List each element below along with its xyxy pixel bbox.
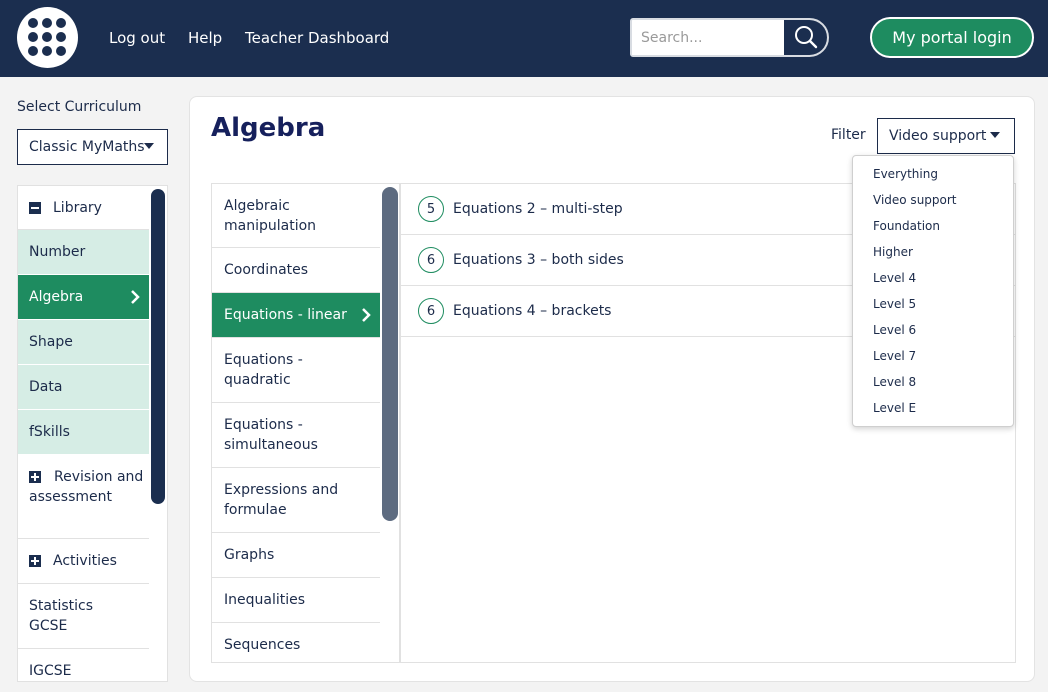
lesson-title: Equations 4 – brackets — [453, 303, 612, 319]
lesson-title: Equations 3 – both sides — [453, 252, 624, 268]
sidebar-item-number[interactable]: Number — [18, 230, 149, 275]
sidebar-item-fskills[interactable]: fSkills — [18, 410, 149, 455]
teacher-dashboard-link[interactable]: Teacher Dashboard — [245, 29, 389, 47]
topics-scrollbar[interactable] — [382, 187, 398, 521]
filter-option-foundation[interactable]: Foundation — [853, 213, 1013, 239]
topic-list: Algebraic manipulation Coordinates Equat… — [211, 183, 401, 663]
level-badge: 6 — [418, 247, 444, 273]
sidebar-item-shape[interactable]: Shape — [18, 320, 149, 365]
sidebar-item-activities[interactable]: Activities — [18, 539, 149, 584]
sidebar-item-library[interactable]: Library — [18, 186, 149, 230]
topic-item[interactable]: Inequalities — [212, 578, 380, 623]
topic-item[interactable]: Graphs — [212, 533, 380, 578]
search-input[interactable] — [632, 20, 784, 55]
level-badge: 5 — [418, 196, 444, 222]
sidebar-item-label: Data — [29, 379, 63, 395]
topic-label: Sequences — [224, 637, 301, 653]
filter-option-everything[interactable]: Everything — [853, 161, 1013, 187]
logout-link[interactable]: Log out — [109, 29, 165, 47]
sidebar-item-label: Activities — [53, 553, 117, 569]
filter-option-level-6[interactable]: Level 6 — [853, 317, 1013, 343]
curriculum-selected-value: Classic MyMaths — [29, 139, 145, 155]
sidebar-item-label: Library — [53, 199, 102, 216]
filter-select[interactable]: Video support — [877, 118, 1015, 154]
chevron-right-icon — [131, 290, 140, 304]
topic-item-active[interactable]: Equations - linear — [212, 293, 380, 338]
sidebar-item-statistics-gcse[interactable]: Statistics GCSE — [18, 584, 149, 649]
topic-item[interactable]: Algebraic manipulation — [212, 184, 380, 248]
sidebar-item-label: Revision and assessment — [29, 469, 144, 505]
filter-option-level-8[interactable]: Level 8 — [853, 369, 1013, 395]
mymaths-logo[interactable] — [17, 7, 78, 68]
topic-label: Coordinates — [224, 262, 309, 278]
topic-label: Algebraic manipulation — [224, 197, 317, 234]
help-link[interactable]: Help — [188, 29, 222, 47]
sidebar-item-algebra[interactable]: Algebra — [18, 275, 149, 320]
filter-option-level-7[interactable]: Level 7 — [853, 343, 1013, 369]
portal-login-button[interactable]: My portal login — [870, 17, 1034, 58]
curriculum-select[interactable]: Classic MyMaths — [17, 129, 168, 165]
topic-label: Equations - simultaneous — [224, 417, 318, 453]
topic-label: Expressions and formulae — [224, 482, 339, 518]
topic-item[interactable]: Coordinates — [212, 248, 380, 293]
filter-label: Filter — [831, 127, 866, 143]
sidebar-item-label: Statistics GCSE — [29, 598, 93, 634]
filter-selected-value: Video support — [889, 128, 987, 144]
caret-down-icon — [990, 132, 1000, 138]
topic-label: Equations - linear — [224, 307, 347, 323]
top-header: Log out Help Teacher Dashboard My portal… — [0, 0, 1048, 77]
sidebar-item-label: Shape — [29, 334, 73, 350]
level-badge: 6 — [418, 298, 444, 324]
filter-option-level-5[interactable]: Level 5 — [853, 291, 1013, 317]
sidebar-item-label: Algebra — [29, 289, 84, 305]
sidebar-item-label: fSkills — [29, 424, 70, 440]
sidebar-item-igcse[interactable]: IGCSE — [18, 649, 149, 681]
filter-option-level-e[interactable]: Level E — [853, 395, 1013, 421]
sidebar-item-revision[interactable]: Revision and assessment — [18, 455, 149, 539]
topic-label: Inequalities — [224, 592, 306, 608]
topic-item[interactable]: Expressions and formulae — [212, 468, 380, 533]
sidebar-item-label: Number — [29, 244, 86, 260]
topic-label: Graphs — [224, 547, 275, 563]
filter-option-higher[interactable]: Higher — [853, 239, 1013, 265]
lesson-title: Equations 2 – multi-step — [453, 201, 623, 217]
sidebar-item-data[interactable]: Data — [18, 365, 149, 410]
topic-item[interactable]: Sequences — [212, 623, 380, 662]
topic-item[interactable]: Equations - quadratic — [212, 338, 380, 403]
minus-icon — [29, 201, 41, 214]
chevron-right-icon — [362, 308, 371, 322]
sidebar-scrollbar[interactable] — [151, 189, 165, 504]
search-button[interactable] — [784, 20, 827, 55]
library-sidebar: Library Number Algebra Shape Data fSkill… — [17, 185, 168, 682]
caret-down-icon — [144, 143, 154, 149]
topic-label: Equations - quadratic — [224, 352, 303, 388]
sidebar-item-label: IGCSE — [29, 663, 72, 679]
logo-dots-icon — [28, 18, 67, 57]
select-curriculum-label: Select Curriculum — [17, 99, 142, 115]
page-title: Algebra — [211, 113, 326, 143]
topic-item[interactable]: Equations - simultaneous — [212, 403, 380, 468]
search-box — [630, 18, 829, 57]
search-icon — [795, 26, 818, 49]
filter-option-level-4[interactable]: Level 4 — [853, 265, 1013, 291]
filter-dropdown-menu: Everything Video support Foundation High… — [852, 155, 1014, 427]
filter-option-video-support[interactable]: Video support — [853, 187, 1013, 213]
plus-icon — [29, 555, 41, 567]
